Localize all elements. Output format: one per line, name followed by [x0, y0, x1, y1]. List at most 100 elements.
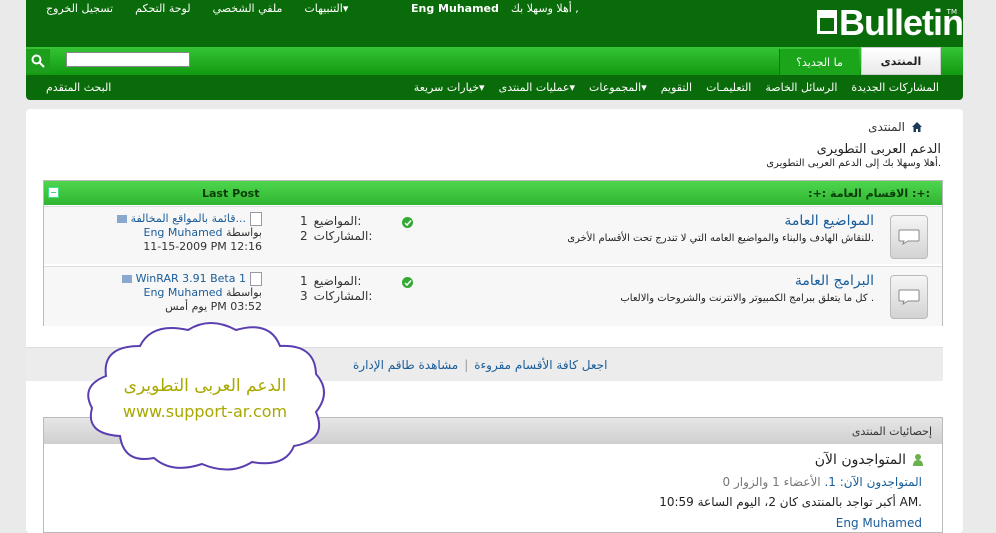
watermark-title: الدعم العربى التطويرى	[123, 376, 287, 396]
forum-stats: 1 المواضيع: 2 المشاركات:	[300, 214, 372, 244]
speech-bubble-icon	[898, 289, 920, 305]
chevron-down-icon: ▾	[342, 2, 349, 15]
last-post-user[interactable]: Eng Muhamed	[144, 286, 223, 299]
by-label: بواسطة	[226, 226, 262, 239]
online-summary-link[interactable]: المتواجدون الآن: 1.	[824, 475, 922, 489]
page-title: الدعم العربى التطويرى	[816, 142, 941, 157]
subnav-quick-links-label: خيارات سريعة	[413, 81, 480, 94]
posts-stat: 2 المشاركات:	[300, 229, 372, 244]
forum-icon	[890, 275, 928, 319]
username-link[interactable]: Eng Muhamed	[411, 2, 499, 15]
posts-count: 2	[300, 229, 308, 243]
last-post-date: 11-15-2009 PM 12:16	[143, 240, 262, 253]
forum-icon	[890, 215, 928, 259]
threads-stat: 1 المواضيع:	[300, 214, 372, 229]
online-summary: المتواجدون الآن: 1. الأعضاء 1 والزوار 0	[723, 475, 922, 489]
threads-label: المواضيع:	[313, 274, 362, 288]
status-icon	[402, 277, 413, 288]
forum-title[interactable]: البرامج العامة	[795, 273, 874, 289]
last-post-title[interactable]: قائمة بالمواقع المخالفة...	[131, 212, 246, 226]
document-icon	[250, 272, 262, 286]
subnav-forum-actions-label: عمليات المنتدى	[498, 81, 570, 94]
user-icon	[913, 454, 923, 466]
online-heading-text: المتواجدون الآن	[814, 452, 906, 468]
page-subtitle: أهلا وسهلا بك إلى الدعم العربى التطويرى.	[766, 158, 941, 169]
online-max: أكبر تواجد بالمنتدى كان 2، اليوم الساعة …	[659, 495, 922, 509]
online-summary-detail: الأعضاء 1 والزوار 0	[722, 475, 821, 489]
forum-table: − Last Post :+: الاقسام العامة :+: الموا…	[43, 180, 943, 326]
go-to-post-icon[interactable]	[116, 215, 127, 223]
forum-description: للنقاش الهادف والبناء والمواضيع العامه ا…	[567, 233, 874, 244]
check-icon	[403, 219, 412, 226]
document-icon	[250, 212, 262, 226]
view-staff-link[interactable]: مشاهدة طاقم الإدارة	[353, 358, 458, 372]
posts-label: المشاركات:	[313, 289, 373, 303]
search-input[interactable]	[66, 52, 190, 67]
tab-forum[interactable]: المنتدى	[861, 47, 941, 75]
subnav-private-messages[interactable]: الرسائل الخاصة	[765, 81, 837, 94]
chevron-down-icon: ▾	[479, 81, 485, 94]
online-user[interactable]: Eng Muhamed	[836, 516, 922, 530]
my-profile-link[interactable]: ملفي الشخصي	[213, 2, 283, 15]
last-post-date: يوم أمس PM 03:52	[165, 300, 262, 313]
separator: |	[464, 358, 469, 372]
go-to-post-icon[interactable]	[121, 275, 132, 283]
check-icon	[403, 279, 412, 286]
breadcrumb-forum[interactable]: المنتدى	[868, 120, 905, 134]
last-post-title[interactable]: WinRAR 3.91 Beta 1	[136, 272, 246, 286]
threads-stat: 1 المواضيع:	[300, 274, 372, 289]
home-icon[interactable]	[911, 121, 923, 133]
posts-count: 3	[300, 289, 308, 303]
search-button[interactable]	[26, 49, 50, 73]
forum-title[interactable]: المواضيع العامة	[784, 213, 874, 229]
logout-link[interactable]: تسجيل الخروج	[46, 2, 113, 15]
watermark-url: www.support-ar.com	[122, 402, 288, 421]
stats-title: إحصائيات المنتدى	[851, 425, 932, 438]
user-cp-link[interactable]: لوحة التحكم	[135, 2, 190, 15]
notifications-link[interactable]: التنبيهات▾	[304, 2, 348, 15]
status-icon	[402, 217, 413, 228]
forum-row: المواضيع العامة للنقاش الهادف والبناء وا…	[44, 206, 942, 264]
online-heading: المتواجدون الآن	[815, 452, 924, 468]
cloud-shape	[87, 322, 325, 471]
by-label: بواسطة	[226, 286, 262, 299]
last-post-user[interactable]: Eng Muhamed	[144, 226, 223, 239]
subnav: البحث المتقدم المشاركات الجديدة الرسائل …	[26, 75, 963, 100]
notifications-label: التنبيهات	[304, 2, 343, 15]
threads-count: 1	[300, 214, 308, 228]
advanced-search-link[interactable]: البحث المتقدم	[46, 81, 111, 94]
posts-label: المشاركات:	[313, 229, 373, 243]
subnav-calendar[interactable]: التقويم	[661, 81, 692, 94]
bottom-links: مشاهدة طاقم الإدارة | اجعل كافة الأقسام …	[353, 358, 607, 372]
vbulletin-logo[interactable]: Bulletin TM	[817, 2, 964, 43]
subnav-faq[interactable]: التعليمـات	[706, 81, 751, 94]
last-post-by: Eng Muhamed بواسطة	[102, 286, 263, 300]
forum-description: كل ما يتعلق ببرامج الكمبيوتر والانترنت و…	[620, 293, 874, 304]
forum-stats: 1 المواضيع: 3 المشاركات:	[300, 274, 372, 304]
last-post: قائمة بالمواقع المخالفة... Eng Muhamed ب…	[102, 212, 262, 254]
search-icon	[31, 54, 45, 68]
threads-label: المواضيع:	[313, 214, 362, 228]
subnav-forum-actions[interactable]: عمليات المنتدى▾	[499, 81, 575, 94]
mark-read-link[interactable]: اجعل كافة الأقسام مقروءة	[474, 358, 607, 372]
subnav-new-posts[interactable]: المشاركات الجديدة	[851, 81, 939, 94]
category-title[interactable]: :+: الاقسام العامة :+:	[808, 187, 930, 200]
speech-bubble-icon	[898, 229, 920, 245]
watermark-cloud: الدعم العربى التطويرى www.support-ar.com	[80, 316, 330, 476]
tab-whats-new[interactable]: ما الجديد؟	[779, 49, 859, 75]
collapse-button[interactable]: −	[48, 187, 59, 198]
subnav-groups-label: المجموعات	[589, 81, 642, 94]
last-post-by: Eng Muhamed بواسطة	[102, 226, 263, 240]
last-post-link[interactable]: قائمة بالمواقع المخالفة...	[102, 212, 262, 226]
chevron-down-icon: ▾	[641, 81, 647, 94]
subnav-quick-links[interactable]: خيارات سريعة▾	[414, 81, 485, 94]
subnav-items: المشاركات الجديدة الرسائل الخاصة التعليم…	[414, 81, 939, 94]
logo-tm: TM	[946, 8, 957, 16]
welcome: Eng Muhamed أهلا وسهلا بك ,	[411, 2, 579, 15]
posts-stat: 3 المشاركات:	[300, 289, 372, 304]
breadcrumb: المنتدى	[868, 120, 923, 134]
header: تسجيل الخروج لوحة التحكم ملفي الشخصي الت…	[26, 0, 964, 47]
chevron-down-icon: ▾	[569, 81, 575, 94]
last-post-link[interactable]: WinRAR 3.91 Beta 1	[102, 272, 262, 286]
subnav-groups[interactable]: المجموعات▾	[589, 81, 647, 94]
